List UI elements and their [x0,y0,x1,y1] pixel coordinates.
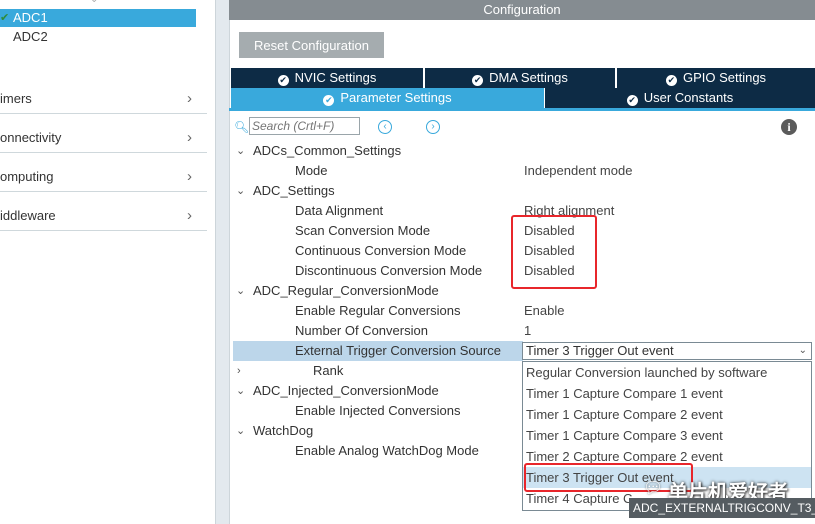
info-icon[interactable]: i [781,119,797,135]
category-middleware[interactable]: iddleware › [0,205,200,227]
check-circle-icon: ✔ [323,95,335,106]
tree-label: Number Of Conversion [295,323,428,338]
left-panel: ⌄ ✔ ADC1 ADC2 imers › onnectivity › ompu… [0,0,210,524]
status-bar: ADC_EXTERNALTRIGCONV_T3_TRGO [629,498,815,518]
option[interactable]: Timer 1 Capture Compare 3 event [523,425,811,446]
check-icon: ✔ [0,12,10,24]
configuration-title: Configuration [229,0,815,20]
divider [0,113,207,114]
chevron-right-icon: › [187,129,192,146]
tree-group-adcs-common[interactable]: ⌄ ADCs_Common_Settings [229,141,815,161]
tree-label: Mode [295,163,328,178]
tree-value: Enable [524,303,565,318]
tab-user-constants-label: User Constants [643,90,734,105]
adc1-item[interactable]: ✔ ADC1 [0,9,196,27]
category-connectivity-label: onnectivity [0,130,62,145]
tree-label: WatchDog [253,423,314,438]
search-icon: 🔍︎ [234,120,250,134]
adc2-label: ADC2 [13,29,48,44]
highlight-box [511,215,597,289]
collapse-arrow-icon[interactable]: ⌄ [90,0,98,5]
tree-label: Scan Conversion Mode [295,223,431,238]
tree-row-enable-regular[interactable]: Enable Regular Conversions Enable [229,301,815,321]
tab-dma-settings[interactable]: ✔ DMA Settings [425,68,617,88]
chevron-right-icon: › [187,168,192,185]
option[interactable]: Timer 1 Capture Compare 1 event [523,383,811,404]
divider [0,230,207,231]
tree-row-external-trigger[interactable]: External Trigger Conversion Source [233,341,523,361]
panel-splitter[interactable] [215,0,230,524]
tree-label: ADCs_Common_Settings [253,143,402,158]
tab-dma-label: DMA Settings [489,70,568,85]
wechat-icon: 💬︎ [643,480,664,497]
trigger-source-select[interactable]: Timer 3 Trigger Out event ⌄ [522,342,812,360]
category-connectivity[interactable]: onnectivity › [0,127,200,149]
chevron-right-icon: › [187,90,192,107]
tree-label: Data Alignment [295,203,384,218]
check-circle-icon: ✔ [277,75,289,86]
option[interactable]: Regular Conversion launched by software [523,362,811,383]
tree-label: Enable Analog WatchDog Mode [295,443,479,458]
chevron-down-icon: ⌄ [236,185,246,197]
adc2-item[interactable]: ADC2 [0,28,196,46]
select-value: Timer 3 Trigger Out event [526,343,674,358]
chevron-down-icon: ⌄ [798,345,807,356]
search-input[interactable] [249,117,360,135]
tab-gpio-label: GPIO Settings [682,70,767,85]
tree-label: ADC_Settings [253,183,335,198]
category-timers-label: imers [0,91,32,106]
tree-label: Enable Injected Conversions [295,403,461,418]
tree-label: Discontinuous Conversion Mode [295,263,483,278]
category-middleware-label: iddleware [0,208,56,223]
tree-row-mode[interactable]: Mode Independent mode [229,161,815,181]
tab-parameter-settings[interactable]: ✔ Parameter Settings [231,88,544,108]
category-timers[interactable]: imers › [0,88,200,110]
tree-label: Continuous Conversion Mode [295,243,467,258]
divider [0,191,207,192]
option[interactable]: Timer 1 Capture Compare 2 event [523,404,811,425]
tab-user-constants[interactable]: ✔ User Constants [545,88,815,108]
tree-label: External Trigger Conversion Source [295,343,501,358]
tree-label: ADC_Injected_ConversionMode [253,383,439,398]
tree-label: ADC_Regular_ConversionMode [253,283,439,298]
chevron-down-icon: ⌄ [236,285,246,297]
previous-icon[interactable]: ‹ [378,120,392,134]
chevron-down-icon: ⌄ [236,385,246,397]
tree-value: Independent mode [524,163,633,178]
chevron-right-icon: › [237,365,241,377]
reset-configuration-button[interactable]: Reset Configuration [239,32,384,58]
tab-nvic-label: NVIC Settings [294,70,377,85]
tab-gpio-settings[interactable]: ✔ GPIO Settings [617,68,815,88]
chevron-down-icon: ⌄ [236,145,246,157]
category-computing-label: omputing [0,169,54,184]
tab-nvic-settings[interactable]: ✔ NVIC Settings [231,68,425,88]
divider [0,152,207,153]
check-circle-icon: ✔ [626,95,638,106]
chevron-down-icon: ⌄ [236,425,246,437]
adc1-label: ADC1 [13,10,48,25]
tab-parameter-label: Parameter Settings [340,90,452,105]
category-computing[interactable]: omputing › [0,166,200,188]
tree-value: 1 [524,323,532,338]
tree-label: Rank [313,363,344,378]
tree-label: Enable Regular Conversions [295,303,461,318]
next-icon[interactable]: › [426,120,440,134]
chevron-right-icon: › [187,207,192,224]
tree-row-number-of-conversion[interactable]: Number Of Conversion 1 [229,321,815,341]
check-circle-icon: ✔ [472,75,484,86]
tree-group-adc-settings[interactable]: ⌄ ADC_Settings [229,181,815,201]
check-circle-icon: ✔ [665,75,677,86]
tab-underline [229,108,815,111]
